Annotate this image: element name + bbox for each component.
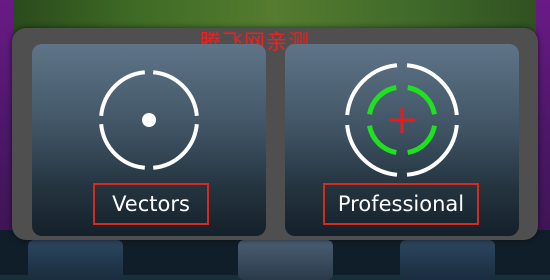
professional-label-highlight: Professional — [323, 183, 479, 225]
background-tile — [400, 240, 495, 280]
reticle-dot-icon — [99, 70, 199, 170]
vectors-label: Vectors — [112, 191, 190, 216]
background-tile — [238, 240, 333, 280]
vectors-option-button[interactable]: Vectors — [32, 44, 266, 236]
professional-option-button[interactable]: Professional — [285, 44, 519, 236]
reticle-crosshair-icon — [345, 63, 459, 177]
background-tile — [28, 240, 123, 280]
vectors-label-highlight: Vectors — [93, 183, 209, 225]
professional-label: Professional — [337, 191, 465, 216]
